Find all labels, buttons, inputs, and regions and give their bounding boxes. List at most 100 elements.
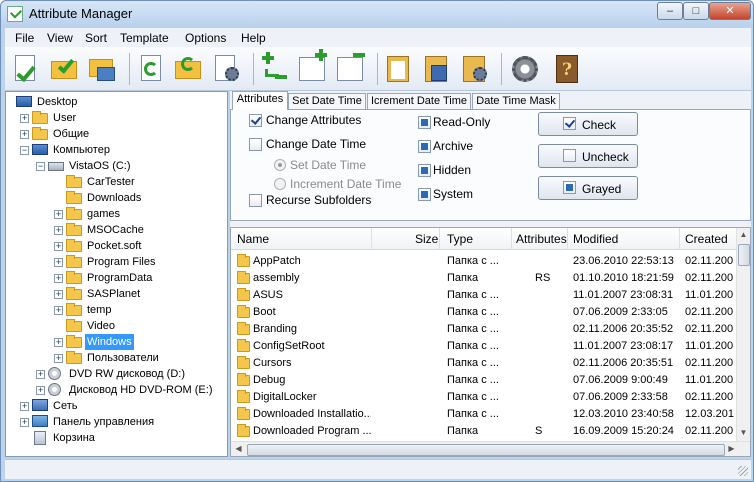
vertical-scrollbar[interactable]: ▲ ▼ (736, 228, 750, 442)
table-row[interactable]: AppPatch Папка с ... 23.06.2010 22:53:13 02… (231, 253, 736, 270)
tree-item[interactable]: + SASPlanet (6, 286, 227, 302)
scroll-right-icon[interactable]: ▶ (725, 442, 738, 456)
refresh-folder-icon[interactable] (173, 53, 205, 85)
tree-item[interactable]: + User (6, 110, 227, 126)
menu-template[interactable]: Template (120, 31, 169, 45)
document-check-icon[interactable] (11, 53, 43, 85)
menu-file[interactable]: File (15, 31, 34, 45)
tree-item[interactable]: + MSOCache (6, 222, 227, 238)
table-row[interactable]: Boot Папка с ... 07.06.2009 2:33:05 02.11.2… (231, 304, 736, 321)
tree-item[interactable]: − VistaOS (C:) (6, 158, 227, 174)
tree-item[interactable]: CarTester (6, 174, 227, 190)
minimize-button[interactable]: – (657, 2, 683, 20)
tree-item[interactable]: + ProgramData (6, 270, 227, 286)
tree-item[interactable]: + Дисковод HD DVD-ROM (E:) (6, 382, 227, 398)
expand-icon[interactable]: + (20, 114, 29, 123)
horizontal-scroll-thumb[interactable] (247, 444, 725, 456)
change-date-time-checkbox[interactable] (249, 138, 262, 151)
tree-item[interactable]: − Компьютер (6, 142, 227, 158)
maximize-button[interactable]: □ (683, 2, 709, 20)
table-row[interactable]: ConfigSetRoot Папка с ... 11.01.2007 23:08… (231, 338, 736, 355)
uncheck-button[interactable]: Uncheck (538, 144, 638, 168)
archive-checkbox[interactable] (418, 140, 431, 153)
expand-icon[interactable]: + (54, 274, 63, 283)
recurse-subfolders-checkbox[interactable] (249, 194, 262, 207)
tree-item[interactable]: + Program Files (6, 254, 227, 270)
help-book-icon[interactable]: ? (551, 53, 583, 85)
tab-date-time-mask[interactable]: Date Time Mask (472, 93, 560, 109)
tab-attributes[interactable]: Attributes (232, 91, 288, 110)
tree-item[interactable]: + Сеть (6, 398, 227, 414)
menu-help[interactable]: Help (241, 31, 266, 45)
increment-date-time-radio[interactable] (274, 178, 286, 190)
clipboard-save-icon[interactable] (421, 53, 453, 85)
set-date-time-radio[interactable] (274, 159, 286, 171)
clipboard-icon[interactable] (383, 53, 415, 85)
doc-settings-icon[interactable] (211, 53, 243, 85)
expand-icon[interactable]: + (20, 402, 29, 411)
folder-check-icon[interactable] (49, 53, 81, 85)
scroll-up-icon[interactable]: ▲ (737, 228, 750, 242)
change-attributes-checkbox[interactable] (249, 114, 262, 127)
tree-item[interactable]: + games (6, 206, 227, 222)
scroll-left-icon[interactable]: ◀ (232, 442, 245, 456)
col-size[interactable]: Size (415, 232, 438, 246)
tree-item[interactable]: + temp (6, 302, 227, 318)
col-name[interactable]: Name (237, 232, 269, 246)
horizontal-scrollbar[interactable]: ◀ ▶ (231, 441, 750, 456)
table-row[interactable]: Downloaded Installatio... Папка с ... 12.0… (231, 406, 736, 423)
expand-icon[interactable]: + (20, 130, 29, 139)
tree-item[interactable]: + Пользователи (6, 350, 227, 366)
check-button[interactable]: Check (538, 112, 638, 136)
col-attributes[interactable]: Attributes (516, 232, 567, 246)
grayed-button[interactable]: Grayed (538, 176, 638, 200)
collapse-icon[interactable]: − (36, 162, 45, 171)
tree-item[interactable]: + Панель управления (6, 414, 227, 430)
folder-tree[interactable]: Desktop + User + Общие − Компьютер − VistaOS (C:… (5, 91, 228, 457)
table-row[interactable]: ASUS Папка с ... 11.01.2007 23:08:31 11.01.… (231, 287, 736, 304)
tree-item[interactable]: Video (6, 318, 227, 334)
tree-item[interactable]: Корзина (6, 430, 227, 446)
expand-icon[interactable]: + (20, 418, 29, 427)
add-remove-icon[interactable] (259, 52, 291, 85)
close-button[interactable]: ✕ (709, 2, 751, 20)
menu-options[interactable]: Options (185, 31, 226, 45)
tab-increment-date-time[interactable]: Icrement Date Time (367, 93, 471, 109)
read-only-checkbox[interactable] (418, 116, 431, 129)
add-to-list-icon[interactable] (297, 49, 329, 85)
expand-icon[interactable]: + (36, 370, 45, 379)
expand-icon[interactable]: + (54, 258, 63, 267)
tree-item[interactable]: Desktop (6, 94, 227, 110)
tree-item[interactable]: Downloads (6, 190, 227, 206)
table-row[interactable]: Downloaded Program ... Папка S 16.09.2009 1… (231, 423, 736, 440)
folder-network-icon[interactable] (87, 53, 119, 85)
remove-from-list-icon[interactable] (335, 53, 367, 85)
menu-view[interactable]: View (47, 31, 73, 45)
hidden-checkbox[interactable] (418, 164, 431, 177)
expand-icon[interactable]: + (54, 242, 63, 251)
tab-set-date-time[interactable]: Set Date Time (288, 93, 366, 109)
tree-item[interactable]: + Windows (6, 334, 227, 350)
tree-item[interactable]: + Общие (6, 126, 227, 142)
expand-icon[interactable]: + (54, 290, 63, 299)
table-row[interactable]: DigitalLocker Папка с ... 07.06.2009 2:33:… (231, 389, 736, 406)
expand-icon[interactable]: + (54, 210, 63, 219)
clipboard-settings-icon[interactable] (459, 53, 491, 85)
table-row[interactable]: Branding Папка с ... 02.11.2006 20:35:52 02… (231, 321, 736, 338)
expand-icon[interactable]: + (36, 386, 45, 395)
expand-icon[interactable]: + (54, 306, 63, 315)
table-row[interactable]: Cursors Папка с ... 02.11.2006 20:35:51 02.… (231, 355, 736, 372)
table-row[interactable]: assembly Папка RS 01.10.2010 18:21:59 02.11.… (231, 270, 736, 287)
col-created[interactable]: Created (685, 232, 728, 246)
collapse-icon[interactable]: − (20, 146, 29, 155)
scroll-down-icon[interactable]: ▼ (737, 426, 750, 440)
expand-icon[interactable]: + (54, 338, 63, 347)
table-row[interactable]: Debug Папка с ... 07.06.2009 9:00:49 11.01.… (231, 372, 736, 389)
refresh-doc-icon[interactable] (135, 53, 167, 85)
tree-item[interactable]: + DVD RW дисковод (D:) (6, 366, 227, 382)
col-modified[interactable]: Modified (573, 232, 618, 246)
resize-grip-icon[interactable] (738, 466, 748, 476)
expand-icon[interactable]: + (54, 226, 63, 235)
col-type[interactable]: Type (447, 232, 473, 246)
menu-sort[interactable]: Sort (85, 31, 107, 45)
